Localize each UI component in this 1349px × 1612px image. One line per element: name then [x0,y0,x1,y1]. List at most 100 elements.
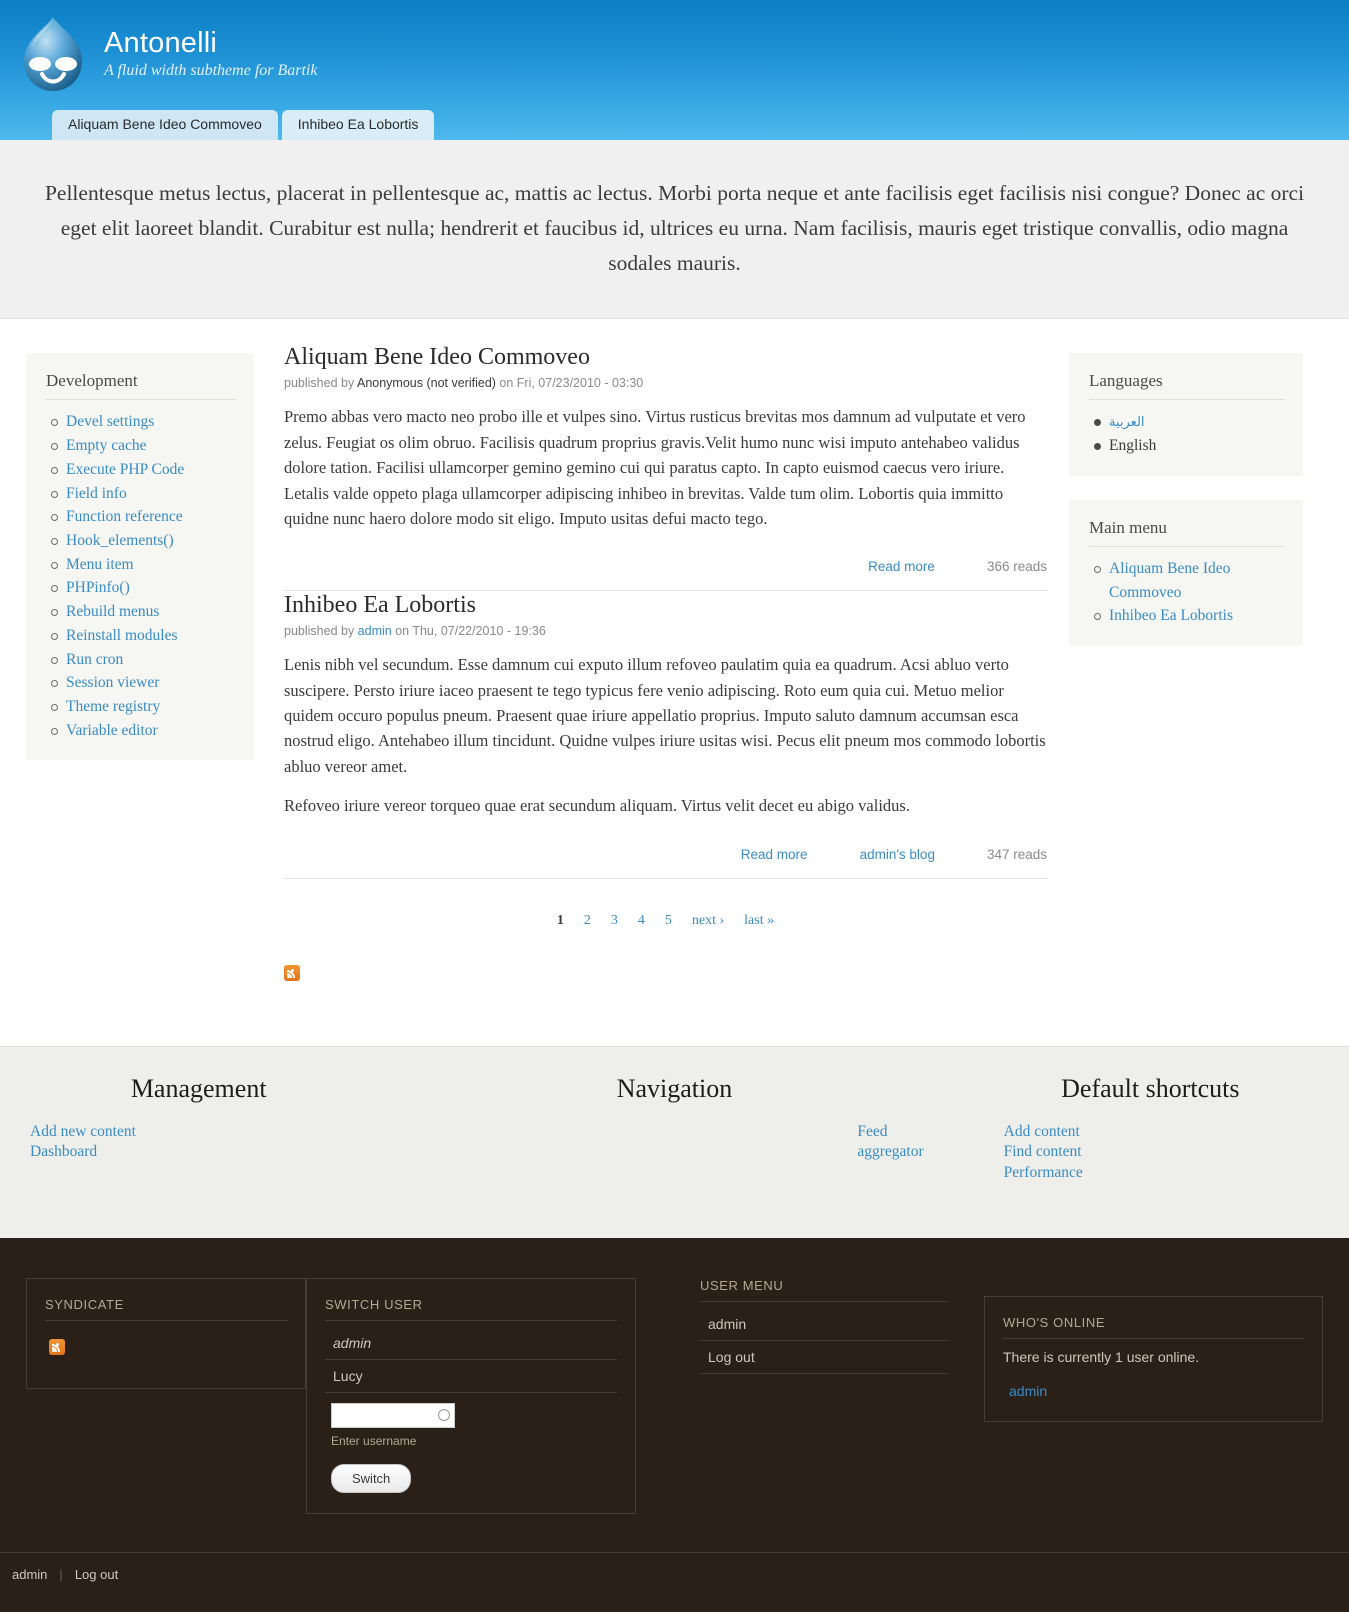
link-execute-php-code[interactable]: Execute PHP Code [66,461,184,478]
link-devel-settings[interactable]: Devel settings [66,413,154,430]
switch-button[interactable]: Switch [331,1463,412,1493]
link-add-content[interactable]: Add content [1004,1123,1080,1140]
list-item: admin [700,1308,948,1341]
link-rebuild-menus[interactable]: Rebuild menus [66,603,159,620]
link-feed-aggregator[interactable]: Feed aggregator [857,1123,923,1161]
sidebar-second: Languages العربية English Main menu Aliq… [1069,343,1349,646]
pager: 1 2 3 4 5 next › last » [284,879,1047,939]
link-field-info[interactable]: Field info [66,485,127,502]
read-count: 347 reads [986,846,1047,862]
article-links: Read more 366 reads [284,545,1047,584]
article-aliquam-bene-ideo-commoveo: Aliquam Bene Ideo Commoveo published by … [284,343,1047,590]
switch-user-lucy[interactable]: Lucy [333,1368,363,1384]
username-input[interactable] [331,1402,455,1428]
submitted-prefix: published by [284,376,357,391]
list-item: PHPinfo() [46,576,236,600]
list-item: admin [1009,1381,1304,1401]
main-menu-list: Aliquam Bene Ideo Commoveo Inhibeo Ea Lo… [1089,557,1285,628]
block-title-development: Development [46,371,236,401]
authors-blog-link[interactable]: admin's blog [860,847,935,862]
link-variable-editor[interactable]: Variable editor [66,722,158,739]
languages-list: العربية English [1089,410,1285,457]
block-syndicate: SYNDICATE [26,1277,306,1389]
pager-page-2[interactable]: 2 [584,913,591,929]
list-item: Dashboard [30,1142,369,1163]
list-item: Devel settings [46,410,236,434]
submitted-suffix: on Thu, 07/22/2010 - 19:36 [391,624,546,639]
content-region: Aliquam Bene Ideo Commoveo published by … [254,343,1069,985]
feed-icon-wrapper[interactable] [284,964,1047,986]
pager-page-4[interactable]: 4 [638,913,645,929]
link-menu-item[interactable]: Menu item [66,556,134,573]
link-run-cron[interactable]: Run cron [66,651,123,668]
pager-page-5[interactable]: 5 [665,913,672,929]
article-title[interactable]: Aliquam Bene Ideo Commoveo [284,343,1047,372]
rss-feed-icon[interactable] [284,964,300,981]
footer-divider: | [59,1566,63,1582]
list-item: Performance [1004,1163,1321,1184]
article-title-text: Aliquam Bene Ideo Commoveo [284,344,590,371]
site-slogan: A fluid width subtheme for Bartik [104,62,318,80]
list-item: Empty cache [46,434,236,458]
footer-dark-col-3: USER MENU admin Log out [636,1278,966,1394]
link-theme-registry[interactable]: Theme registry [66,698,160,715]
sidebar-first: Development Devel settings Empty cache E… [0,343,254,761]
tab-inhibeo-ea-lobortis[interactable]: Inhibeo Ea Lobortis [281,109,435,140]
link-empty-cache[interactable]: Empty cache [66,437,146,454]
pager-last[interactable]: last » [744,913,774,929]
article-submitted: published by admin on Thu, 07/22/2010 - … [284,624,1047,638]
link-add-new-content[interactable]: Add new content [30,1123,136,1140]
pager-page-3[interactable]: 3 [611,913,618,929]
article-title[interactable]: Inhibeo Ea Lobortis [284,591,1047,620]
footer-user-link[interactable]: admin [12,1567,47,1582]
pager-next[interactable]: next › [692,913,724,929]
block-title-whos-online: WHO'S ONLINE [1003,1315,1304,1339]
list-item: Find content [1004,1142,1321,1163]
main-region: Development Devel settings Empty cache E… [0,319,1349,1046]
list-item: Variable editor [46,719,236,743]
online-user-admin[interactable]: admin [1009,1383,1047,1399]
user-menu-admin[interactable]: admin [708,1316,746,1332]
link-dashboard[interactable]: Dashboard [30,1143,97,1160]
tab-aliquam-bene-ideo-commoveo[interactable]: Aliquam Bene Ideo Commoveo [52,109,278,140]
article-body: Lenis nibh vel secundum. Esse damnum cui… [284,655,1046,776]
rss-feed-icon[interactable] [49,1338,65,1355]
link-hook-elements[interactable]: Hook_elements() [66,532,174,549]
block-title-syndicate: SYNDICATE [45,1297,287,1321]
footer-light-region: Management Add new content Dashboard Nav… [0,1045,1349,1238]
block-languages: Languages العربية English [1069,353,1303,476]
switch-user-admin[interactable]: admin [333,1335,371,1351]
drupal-droplet-icon[interactable] [14,14,92,94]
link-find-content[interactable]: Find content [1004,1143,1082,1160]
link-function-reference[interactable]: Function reference [66,508,183,525]
footer-column-default-shortcuts: Default shortcuts Add content Find conte… [952,1073,1349,1184]
primary-tabs: Aliquam Bene Ideo Commoveo Inhibeo Ea Lo… [52,109,435,140]
link-reinstall-modules[interactable]: Reinstall modules [66,627,178,644]
link-phpinfo[interactable]: PHPinfo() [66,579,130,596]
block-title-switch-user: SWITCH USER [325,1297,617,1321]
menu-link-aliquam-bene-ideo-commoveo[interactable]: Aliquam Bene Ideo Commoveo [1109,560,1230,601]
list-item: Lucy [325,1360,617,1393]
link-session-viewer[interactable]: Session viewer [66,674,159,691]
list-item: Session viewer [46,671,236,695]
read-more-link[interactable]: Read more [868,559,935,574]
language-link-arabic[interactable]: العربية [1109,414,1145,429]
header-inner: Antonelli A fluid width subtheme for Bar… [0,0,1349,94]
article-author-link[interactable]: admin [358,624,392,638]
footer-logout-link[interactable]: Log out [75,1567,118,1582]
user-menu-log-out[interactable]: Log out [708,1349,755,1365]
read-more-link[interactable]: Read more [741,847,808,862]
link-performance[interactable]: Performance [1004,1164,1083,1181]
footer-dark-col-2: SWITCH USER admin Lucy Enter username Sw… [306,1277,636,1514]
menu-link-inhibeo-ea-lobortis[interactable]: Inhibeo Ea Lobortis [1109,607,1233,624]
article-submitted: published by Anonymous (not verified) on… [284,376,1047,390]
list-item: Log out [700,1341,948,1374]
block-title-languages: Languages [1089,371,1285,401]
syndicate-feed-wrapper[interactable] [45,1327,287,1368]
block-main-menu: Main menu Aliquam Bene Ideo Commoveo Inh… [1069,499,1303,646]
user-menu-list: admin Log out [700,1308,948,1374]
site-name[interactable]: Antonelli [104,28,317,59]
block-switch-user: SWITCH USER admin Lucy Enter username Sw… [306,1277,636,1514]
site-branding-text: Antonelli A fluid width subtheme for Bar… [104,14,317,80]
site-header: Antonelli A fluid width subtheme for Bar… [0,0,1349,140]
